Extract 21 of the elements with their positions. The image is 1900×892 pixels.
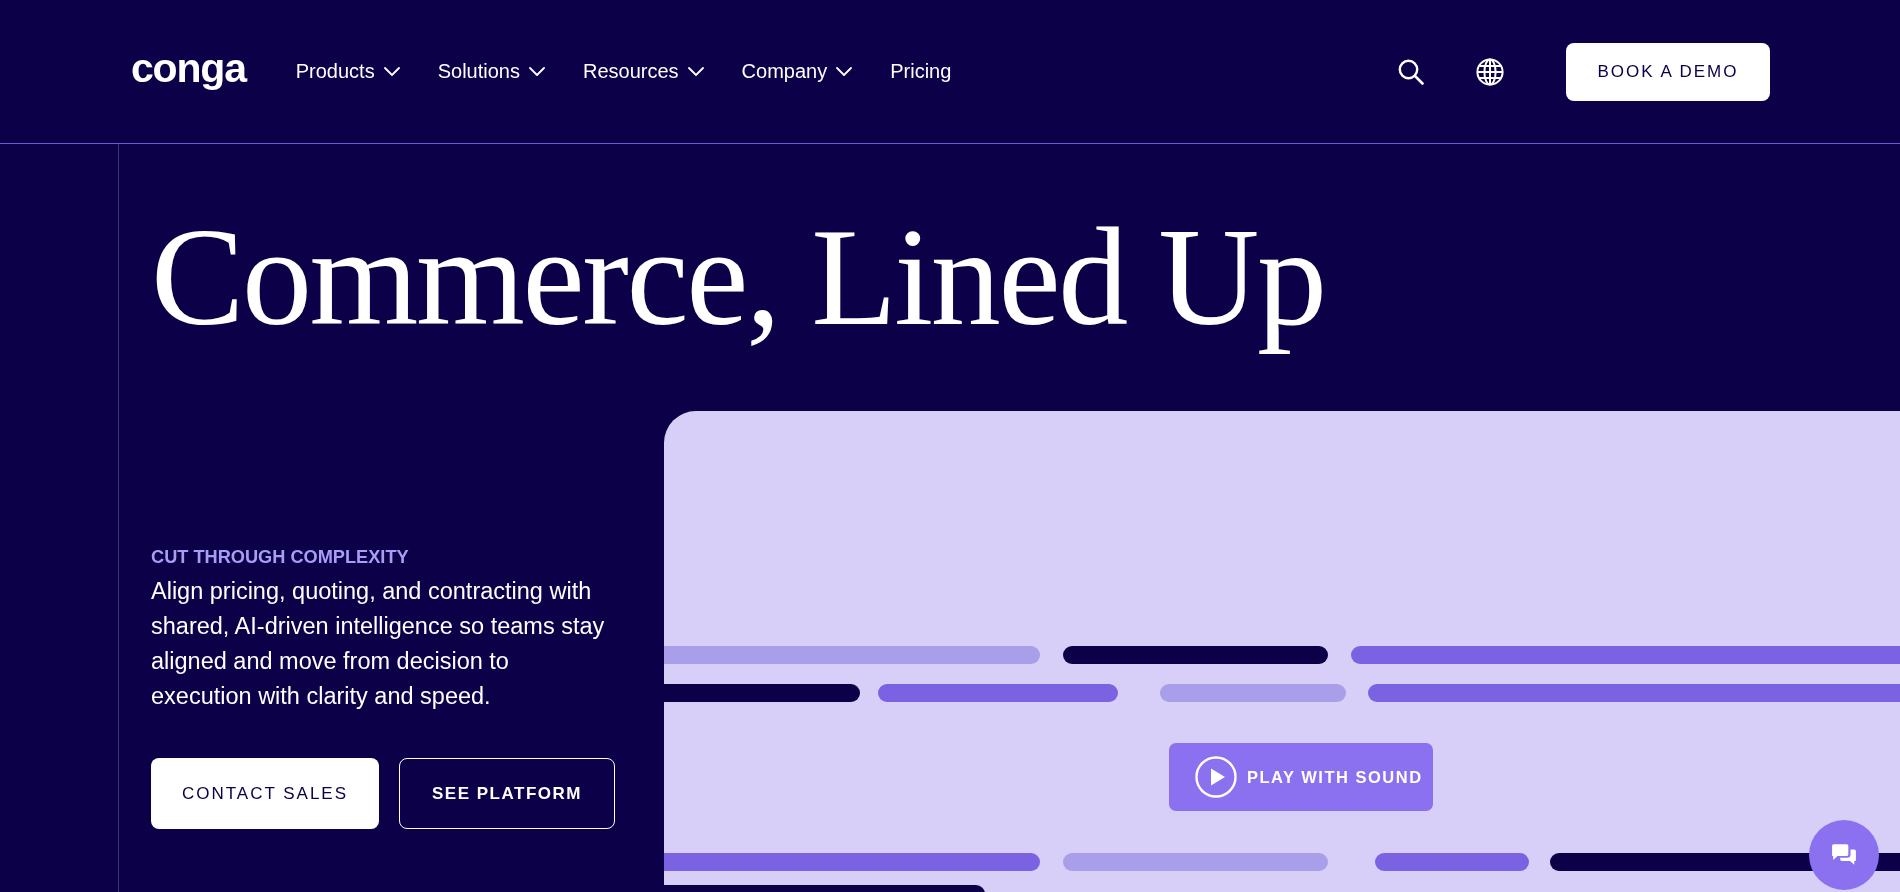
nav-menu-item[interactable]: Solutions bbox=[437, 60, 545, 83]
globe-icon[interactable] bbox=[1476, 57, 1504, 86]
chat-bubbles-icon bbox=[1831, 843, 1857, 867]
eyebrow-label: CUT THROUGH COMPLEXITY bbox=[151, 546, 409, 569]
chevron-down-icon bbox=[383, 67, 400, 76]
play-with-sound-button[interactable]: PLAY WITH SOUND bbox=[1169, 743, 1433, 811]
nav-menu-item[interactable]: Resources bbox=[582, 60, 704, 83]
nav-menu-item[interactable]: Pricing bbox=[890, 60, 952, 83]
hero-description: Align pricing, quoting, and contracting with shared, AI-driven intelligence so teams stay aligned and move from decision to execution with clarity and speed. bbox=[151, 577, 606, 711]
nav-menu-item[interactable]: Products bbox=[295, 60, 400, 83]
chevron-down-icon bbox=[836, 67, 853, 76]
logo[interactable]: conga bbox=[131, 48, 246, 89]
hero-heading: Commerce, Lined Up bbox=[151, 198, 1325, 354]
nav-menu-item[interactable]: Company bbox=[741, 60, 853, 83]
book-demo-button[interactable]: BOOK A DEMO bbox=[1566, 42, 1770, 101]
search-icon[interactable] bbox=[1398, 58, 1424, 85]
play-icon bbox=[1195, 756, 1237, 798]
chevron-down-icon bbox=[528, 67, 545, 76]
chevron-down-icon bbox=[687, 67, 704, 76]
see-platform-button[interactable]: SEE PLATFORM bbox=[399, 758, 615, 829]
contact-sales-button[interactable]: CONTACT SALES bbox=[151, 758, 379, 829]
